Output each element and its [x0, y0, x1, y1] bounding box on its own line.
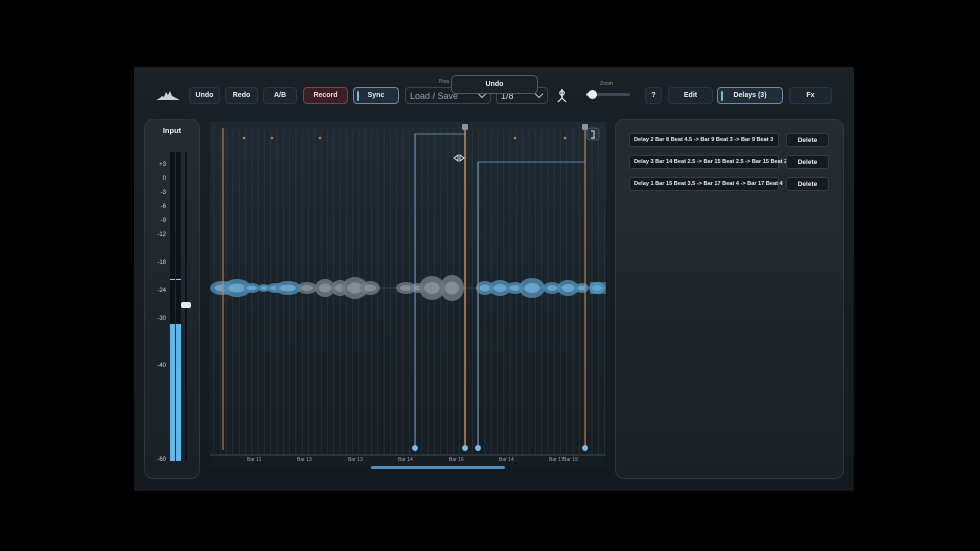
ab-compare-button[interactable]: A/B: [263, 87, 297, 104]
delete-delay-button[interactable]: Delete: [786, 155, 829, 169]
bar-label: Bar 17: [549, 457, 564, 463]
beat-marker: [270, 136, 274, 140]
waveform-core: [509, 285, 521, 291]
delay-row-label[interactable]: Delay 3 Bar 14 Beat 2.5 -> Bar 15 Beat 2…: [629, 155, 792, 169]
meter-scale-label: -30: [157, 316, 166, 322]
meter-level-left: [170, 324, 175, 461]
bar-label: Bar 14: [398, 457, 413, 463]
delete-delay-button[interactable]: Delete: [786, 177, 829, 191]
delete-delay-button[interactable]: Delete: [786, 133, 829, 147]
delays-label: Delays (3): [733, 92, 767, 99]
meter-scale-label: -12: [157, 232, 166, 238]
meter-level-right: [176, 324, 181, 461]
meter-scale-label: 0: [162, 176, 166, 182]
input-fader-handle[interactable]: [181, 302, 191, 308]
undo-tooltip: Undo: [451, 75, 538, 94]
delay-row-label[interactable]: Delay 1 Bar 15 Beat 3.5 -> Bar 17 Beat 4…: [629, 177, 783, 191]
edit-button[interactable]: Edit: [668, 87, 713, 104]
waveform-core: [444, 281, 460, 295]
meter-scale-label: -40: [157, 363, 166, 369]
waveform-core: [479, 284, 491, 292]
timeline-scrollbar[interactable]: [371, 466, 505, 469]
beat-marker: [242, 136, 246, 140]
preset-value: Load / Save: [410, 90, 459, 101]
sync-indicator: [357, 91, 359, 101]
meter-scale-label: -9: [160, 218, 166, 224]
bar-label: Bar 13: [297, 457, 312, 463]
meter-scale-label: -60: [157, 457, 166, 463]
waveform-logo-icon: [156, 91, 180, 100]
waveform-core: [280, 284, 296, 292]
waveform-core: [524, 283, 540, 293]
meter-peak-right: [176, 279, 181, 280]
fx-button[interactable]: Fx: [789, 87, 832, 104]
zoom-label: Zoom: [600, 81, 613, 87]
delay-row-label[interactable]: Delay 2 Bar 8 Beat 4.5 -> Bar 9 Beat 3 -…: [629, 133, 779, 147]
timeline-gradient: [210, 122, 606, 467]
waveform-core: [493, 284, 507, 292]
redo-button[interactable]: Redo: [225, 87, 258, 104]
bar-label: Bar 16: [449, 457, 464, 463]
help-button[interactable]: ?: [645, 87, 662, 104]
meter-scale-label: +3: [159, 162, 166, 168]
delay-handle: [462, 445, 468, 451]
delays-panel: [615, 119, 844, 479]
record-button[interactable]: Record: [303, 87, 348, 104]
zoom-slider[interactable]: [586, 90, 630, 99]
sync-button[interactable]: Sync: [353, 87, 399, 104]
bar-label: Bar 19: [563, 457, 578, 463]
waveform-core: [319, 283, 331, 293]
waveform-core: [424, 282, 440, 294]
waveform-core: [228, 283, 246, 293]
bar-label: Bar 13: [348, 457, 363, 463]
delay-handle: [475, 445, 481, 451]
input-meter-title: Input: [162, 126, 182, 135]
delay-timeline[interactable]: [210, 122, 606, 467]
waveform-core: [301, 285, 313, 291]
bar-label: Bar 14: [499, 457, 514, 463]
waveform-core: [364, 284, 376, 292]
meter-scale-label: -3: [160, 190, 166, 196]
meter-scale-label: -18: [157, 260, 166, 266]
meter-peak-left: [170, 279, 175, 280]
beat-marker: [318, 136, 322, 140]
meter-scale-label: -6: [160, 204, 166, 210]
beat-marker: [513, 136, 517, 140]
undo-button[interactable]: Undo: [189, 87, 220, 104]
waveform-core: [546, 285, 558, 291]
beat-marker: [563, 136, 567, 140]
waveform-end: [590, 282, 606, 294]
metronome-icon[interactable]: [556, 87, 568, 104]
meter-scale-label: -24: [157, 288, 166, 294]
sync-label: Sync: [367, 92, 385, 99]
preset-label: Pres: [439, 79, 450, 85]
delay-handle: [412, 445, 418, 451]
delay-handle: [582, 445, 588, 451]
delays-indicator: [721, 91, 723, 101]
bar-label: Bar 11: [247, 457, 262, 463]
waveform-core: [561, 284, 575, 292]
waveform-core: [247, 285, 257, 291]
delays-tab[interactable]: Delays (3): [717, 87, 783, 104]
delay-top-handle: [462, 124, 468, 130]
